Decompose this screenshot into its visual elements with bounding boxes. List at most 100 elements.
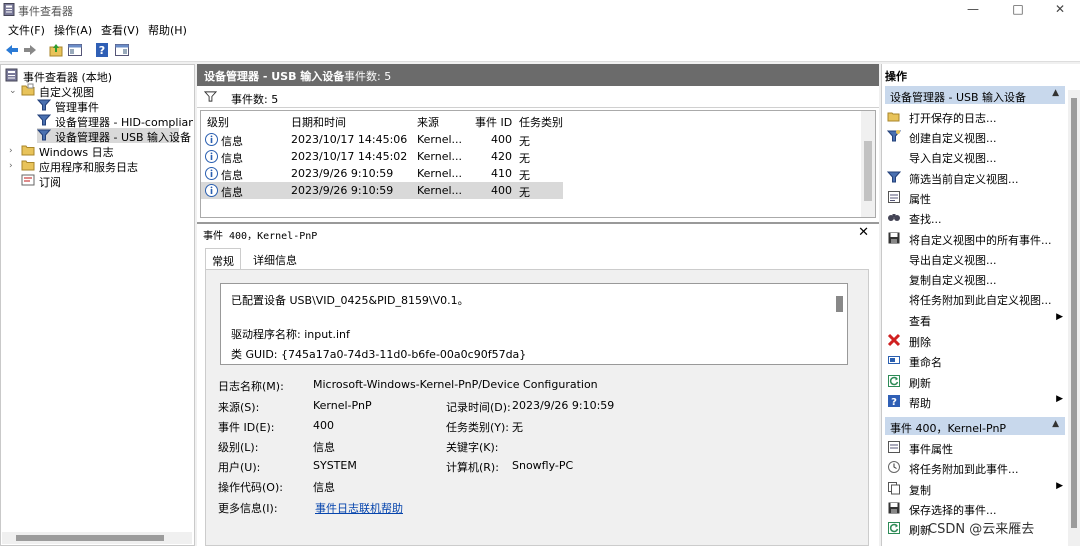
help-icon[interactable]: ?	[94, 42, 110, 58]
action-save-selected-events[interactable]: 保存选择的事件...	[887, 499, 1065, 517]
actions-header: 操作	[885, 70, 907, 83]
folder-icon	[21, 83, 35, 97]
action-find[interactable]: 查找...	[887, 208, 1065, 226]
detail-header: 事件 400，Kernel-PnP ✕	[197, 222, 879, 242]
event-count: 事件数: 5	[344, 70, 392, 83]
action-create-custom-view[interactable]: 创建自定义视图...	[887, 127, 1065, 145]
collapsed-chevron-icon[interactable]: ›	[9, 146, 13, 156]
action-import-custom-view[interactable]: 导入自定义视图...	[887, 147, 1065, 165]
close-detail-button[interactable]: ✕	[858, 225, 869, 240]
action-attach-task-to-event[interactable]: 将任务附加到此事件...	[887, 458, 1065, 476]
expand-chevron-icon[interactable]: ⌄	[9, 86, 17, 96]
event-id-label: 事件 ID(E):	[218, 421, 275, 434]
column-header-source[interactable]: 来源	[417, 114, 439, 130]
column-header-event-id[interactable]: 事件 ID	[475, 114, 512, 130]
refresh-icon	[887, 374, 901, 388]
description-line: 已配置设备 USB\VID_0425&PID_8159\V0.1。	[231, 294, 469, 307]
table-row[interactable]: 信息 2023/10/17 14:45:02 Kernel... 420 无	[201, 148, 563, 165]
submenu-arrow-icon: ▶	[1056, 312, 1063, 322]
event-description: 已配置设备 USB\VID_0425&PID_8159\V0.1。 驱动程序名称…	[220, 283, 848, 365]
tree-horizontal-scrollbar[interactable]	[2, 532, 192, 544]
tab-general[interactable]: 常规	[205, 248, 241, 270]
action-event-properties[interactable]: 事件属性	[887, 438, 1065, 456]
action-filter-current-view[interactable]: 筛选当前自定义视图...	[887, 168, 1065, 186]
actions-section-view[interactable]: 设备管理器 - USB 输入设备 ▲	[885, 86, 1065, 104]
up-folder-icon[interactable]	[48, 42, 64, 58]
tab-details[interactable]: 详细信息	[247, 248, 303, 270]
action-help-submenu[interactable]: ? 帮助 ▶	[887, 392, 1065, 410]
scrollbar-thumb[interactable]	[864, 141, 872, 201]
action-export-custom-view[interactable]: 导出自定义视图...	[887, 249, 1065, 267]
logged-label: 记录时间(D):	[446, 401, 511, 414]
tree-node-admin-events[interactable]: 管理事件	[37, 98, 193, 114]
close-window-button[interactable]: ✕	[1045, 2, 1075, 18]
show-hide-console-tree-icon[interactable]	[67, 42, 83, 58]
filter-icon	[887, 170, 901, 184]
actions-vertical-scrollbar[interactable]	[1068, 90, 1080, 546]
svg-text:?: ?	[99, 44, 105, 57]
log-name-value: Microsoft-Windows-Kernel-PnP/Device Conf…	[313, 378, 598, 391]
action-delete[interactable]: 删除	[887, 331, 1065, 349]
maximize-button[interactable]: □	[1003, 2, 1033, 18]
menu-view[interactable]: 查看(V)	[101, 22, 139, 38]
table-row[interactable]: 信息 2023/10/17 14:45:06 Kernel... 400 无	[201, 131, 563, 148]
table-row-selected[interactable]: 信息 2023/9/26 9:10:59 Kernel... 400 无	[201, 182, 563, 199]
online-help-link[interactable]: 事件日志联机帮助	[315, 500, 403, 516]
tree-node-subscriptions[interactable]: 订阅	[21, 173, 191, 189]
title-bar: 事件查看器 — □ ✕	[0, 0, 1080, 20]
scrollbar-thumb[interactable]	[836, 296, 843, 312]
detail-tabs: 常规 详细信息	[205, 248, 869, 270]
info-icon	[205, 184, 219, 198]
column-header-level[interactable]: 级别	[207, 114, 229, 130]
menu-file[interactable]: 文件(F)	[8, 22, 45, 38]
tree-node-hid-view[interactable]: 设备管理器 - HID-compliant m	[37, 113, 193, 128]
scrollbar-thumb[interactable]	[1071, 98, 1077, 528]
events-grid: 级别 日期和时间 来源 事件 ID 任务类别 信息 2023/10/17 14:…	[200, 110, 876, 218]
general-tab-body: 已配置设备 USB\VID_0425&PID_8159\V0.1。 驱动程序名称…	[205, 269, 869, 546]
filter-icon	[37, 98, 51, 112]
more-info-label: 更多信息(I):	[218, 502, 278, 515]
folder-icon	[21, 143, 35, 157]
filter-icon	[37, 128, 51, 142]
collapse-chevron-icon[interactable]: ▲	[1052, 419, 1059, 429]
grid-vertical-scrollbar[interactable]	[861, 111, 875, 217]
menu-bar: 文件(F) 操作(A) 查看(V) 帮助(H)	[0, 20, 1080, 38]
column-header-task-category[interactable]: 任务类别	[519, 114, 563, 130]
open-folder-icon	[887, 109, 901, 123]
description-scrollbar[interactable]	[833, 286, 845, 362]
actions-section-event[interactable]: 事件 400，Kernel-PnP ▲	[885, 417, 1065, 435]
action-rename[interactable]: 重命名	[887, 351, 1065, 369]
subscription-icon	[21, 173, 35, 187]
menu-action[interactable]: 操作(A)	[54, 22, 92, 38]
tree-node-app-logs[interactable]: 应用程序和服务日志	[21, 158, 191, 174]
show-hide-action-pane-icon[interactable]	[114, 42, 130, 58]
tree-node-windows-logs[interactable]: Windows 日志	[21, 143, 191, 159]
column-header-datetime[interactable]: 日期和时间	[291, 114, 346, 130]
info-icon	[205, 150, 219, 164]
action-view-submenu[interactable]: 查看 ▶	[887, 310, 1065, 328]
back-arrow-icon[interactable]	[4, 42, 20, 58]
console-tree: 事件查看器 (本地) ⌄ 自定义视图 管理事件 设备管理器 - HID-comp…	[0, 64, 195, 546]
task-category-value: 无	[512, 421, 523, 434]
scrollbar-thumb[interactable]	[16, 535, 164, 541]
delete-x-icon	[887, 333, 901, 347]
computer-value: Snowfly-PC	[512, 459, 574, 472]
action-attach-task-to-view[interactable]: 将任务附加到此自定义视图...	[887, 289, 1065, 307]
action-copy-custom-view[interactable]: 复制自定义视图...	[887, 269, 1065, 287]
action-refresh[interactable]: 刷新	[887, 372, 1065, 390]
action-copy-submenu[interactable]: 复制 ▶	[887, 479, 1065, 497]
action-properties[interactable]: 属性	[887, 188, 1065, 206]
table-row[interactable]: 信息 2023/9/26 9:10:59 Kernel... 410 无	[201, 165, 563, 182]
forward-arrow-icon[interactable]	[22, 42, 38, 58]
collapse-chevron-icon[interactable]: ▲	[1052, 88, 1059, 98]
copy-icon	[887, 481, 901, 495]
action-open-saved-log[interactable]: 打开保存的日志...	[887, 107, 1065, 125]
menu-help[interactable]: 帮助(H)	[148, 22, 187, 38]
collapsed-chevron-icon[interactable]: ›	[9, 161, 13, 171]
tree-node-root[interactable]: 事件查看器 (本地)	[5, 68, 193, 84]
computer-label: 计算机(R):	[446, 461, 499, 474]
action-save-all-events[interactable]: 将自定义视图中的所有事件...	[887, 229, 1065, 247]
tree-node-usb-view[interactable]: 设备管理器 - USB 输入设备	[37, 128, 191, 144]
tree-node-custom-views[interactable]: 自定义视图	[21, 83, 191, 99]
minimize-button[interactable]: —	[958, 2, 988, 18]
